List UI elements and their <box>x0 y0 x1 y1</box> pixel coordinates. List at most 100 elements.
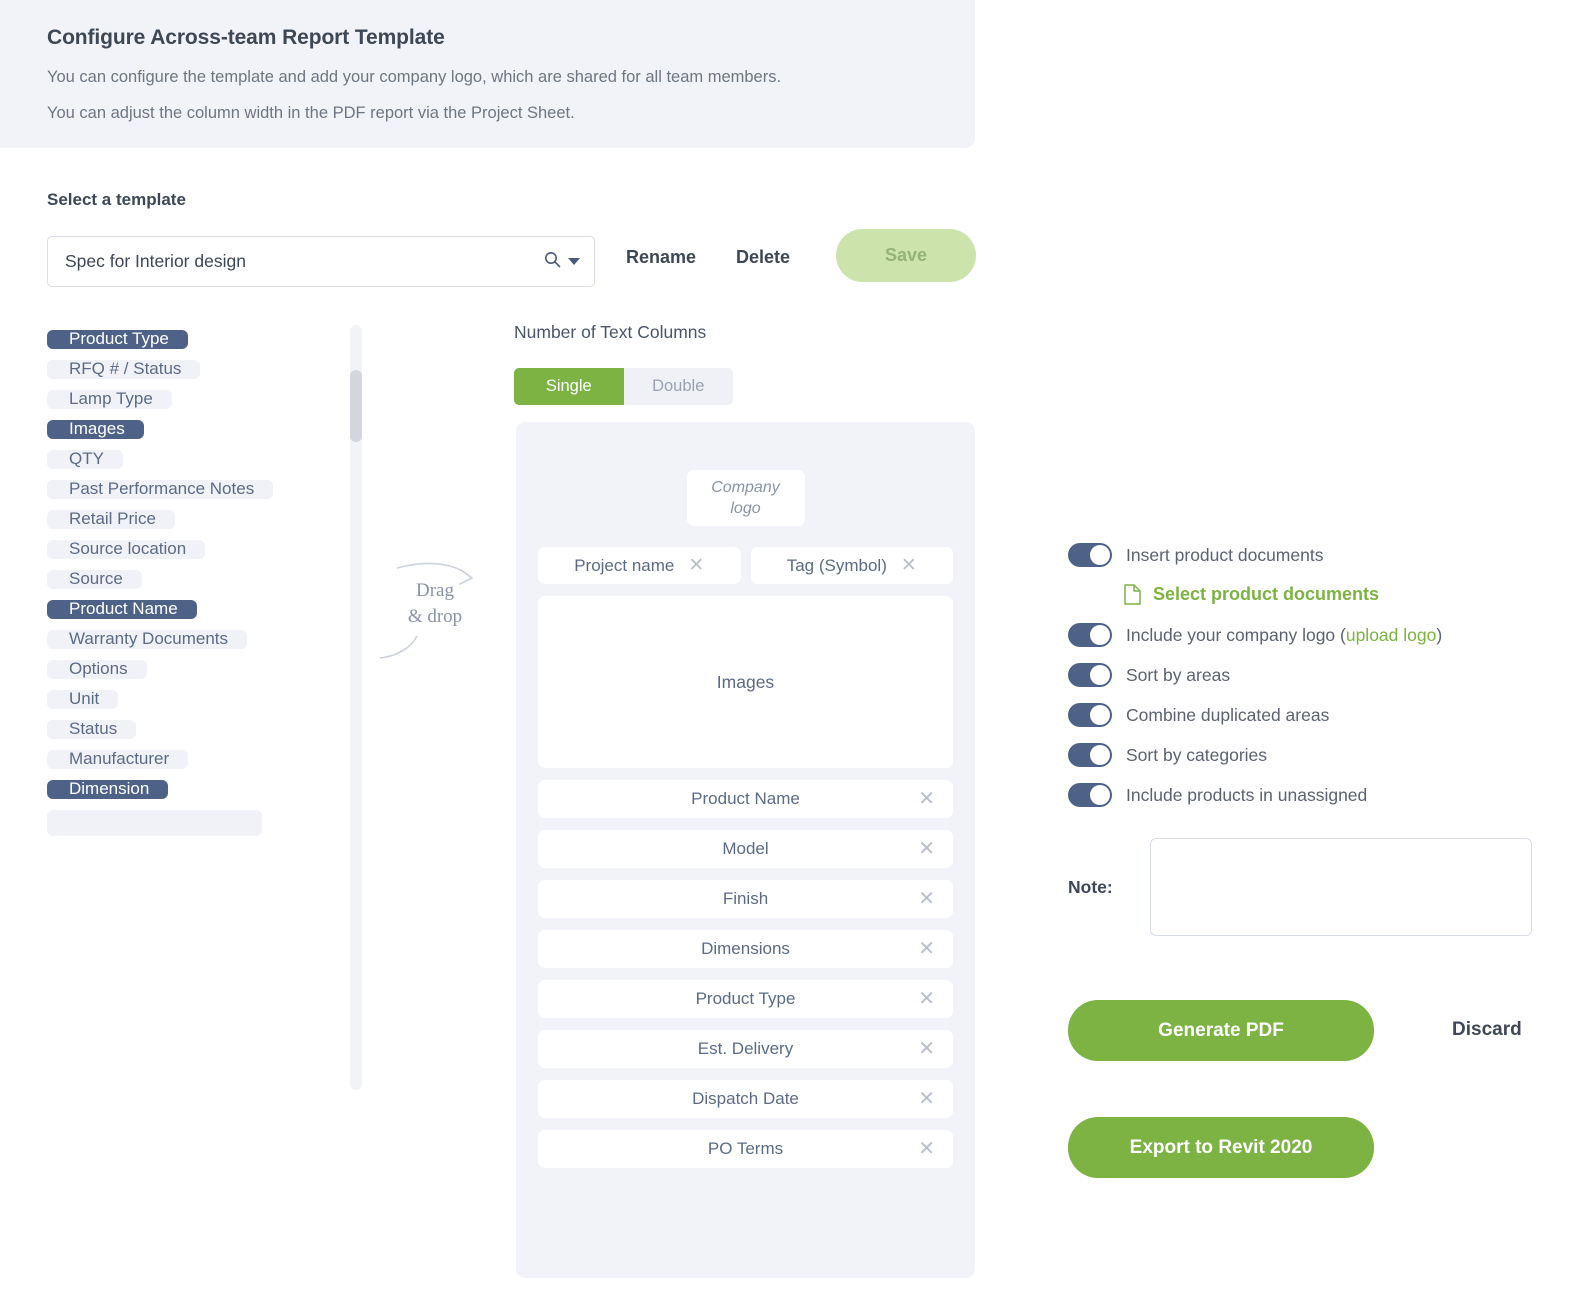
preview-row-po-terms[interactable]: PO Terms ✕ <box>538 1130 953 1168</box>
option-sort-by-areas[interactable]: Sort by areas <box>1068 660 1568 690</box>
field-chip-qty[interactable]: QTY <box>47 450 123 469</box>
option-label: Sort by categories <box>1126 744 1268 765</box>
number-of-text-columns-label: Number of Text Columns <box>514 322 707 342</box>
field-chip-past-performance-notes[interactable]: Past Performance Notes <box>47 480 274 499</box>
field-list-scrollbar-thumb[interactable] <box>350 370 362 442</box>
company-logo-line-1: Company <box>711 479 780 496</box>
close-icon[interactable]: ✕ <box>688 556 704 575</box>
export-to-revit-button[interactable]: Export to Revit 2020 <box>1068 1117 1374 1178</box>
field-chip-row: QTY <box>47 450 332 480</box>
rename-button[interactable]: Rename <box>626 247 696 268</box>
field-chip-unit[interactable]: Unit <box>47 690 119 709</box>
preview-row-dimensions[interactable]: Dimensions ✕ <box>538 930 953 968</box>
field-chip-row: Lamp Type <box>47 390 332 420</box>
field-chip-source[interactable]: Source <box>47 570 142 589</box>
option-insert-product-documents[interactable]: Insert product documents <box>1068 540 1568 570</box>
report-options: Insert product documents Select product … <box>1068 540 1568 820</box>
note-input[interactable] <box>1150 838 1532 936</box>
close-icon[interactable]: ✕ <box>901 556 917 575</box>
field-chip-warranty-documents[interactable]: Warranty Documents <box>47 630 248 649</box>
toggle-knob <box>1090 745 1110 765</box>
drag-text-line-2: & drop <box>407 606 463 627</box>
preview-row-dispatch-date[interactable]: Dispatch Date ✕ <box>538 1080 953 1118</box>
field-chip-options[interactable]: Options <box>47 660 147 679</box>
option-label: Combine duplicated areas <box>1126 704 1330 725</box>
close-icon[interactable]: ✕ <box>918 989 935 1009</box>
preview-row-product-type[interactable]: Product Type ✕ <box>538 980 953 1018</box>
field-chip-row: Warranty Documents <box>47 630 332 660</box>
preview-row-model[interactable]: Model ✕ <box>538 830 953 868</box>
preview-pill-tag-symbol[interactable]: Tag (Symbol) ✕ <box>750 547 953 584</box>
close-icon[interactable]: ✕ <box>918 939 935 959</box>
field-chip-product-type[interactable]: Product Type <box>47 330 188 349</box>
preview-images-block[interactable]: Images <box>538 596 953 768</box>
preview-row-label: Est. Delivery <box>697 1039 794 1058</box>
field-chip-manufacturer[interactable]: Manufacturer <box>47 750 189 769</box>
field-chip-row: Manufacturer <box>47 750 332 780</box>
generate-pdf-button[interactable]: Generate PDF <box>1068 1000 1374 1061</box>
field-chip-images[interactable]: Images <box>47 420 144 439</box>
field-chip-row: Options <box>47 660 332 690</box>
field-chip-row: Product Type <box>47 330 332 360</box>
template-select[interactable]: Spec for Interior design <box>47 236 595 287</box>
preview-pill-project-name[interactable]: Project name ✕ <box>538 547 741 584</box>
tab-single[interactable]: Single <box>514 368 624 405</box>
close-icon[interactable]: ✕ <box>918 839 935 859</box>
close-icon[interactable]: ✕ <box>918 889 935 909</box>
company-logo-line-2: logo <box>730 500 761 517</box>
toggle-combine-duplicated-areas[interactable] <box>1068 703 1112 727</box>
template-preview-panel[interactable]: Company logo Project name ✕ Tag (Symbol)… <box>516 422 975 1278</box>
option-sort-by-categories[interactable]: Sort by categories <box>1068 740 1568 770</box>
preview-row-est-delivery[interactable]: Est. Delivery ✕ <box>538 1030 953 1068</box>
chevron-down-icon[interactable] <box>568 258 580 265</box>
select-product-documents-link[interactable]: Select product documents <box>1124 580 1568 608</box>
document-icon <box>1124 583 1141 605</box>
field-list-scrollbar[interactable] <box>350 325 362 1090</box>
tab-double[interactable]: Double <box>624 368 734 405</box>
field-chip-row: RFQ # / Status <box>47 360 332 390</box>
field-chip-retail-price[interactable]: Retail Price <box>47 510 175 529</box>
save-button[interactable]: Save <box>836 229 976 282</box>
field-chip-lamp-type[interactable]: Lamp Type <box>47 390 172 409</box>
toggle-knob <box>1090 785 1110 805</box>
close-icon[interactable]: ✕ <box>918 789 935 809</box>
toggle-sort-by-categories[interactable] <box>1068 743 1112 767</box>
field-chip-rfq-status[interactable]: RFQ # / Status <box>47 360 201 379</box>
company-logo-placeholder[interactable]: Company logo <box>686 470 805 526</box>
preview-row-label: Dimensions <box>701 939 790 958</box>
discard-button[interactable]: Discard <box>1452 1019 1522 1041</box>
field-chip-dimension[interactable]: Dimension <box>47 780 169 799</box>
field-chip-row: Source <box>47 570 332 600</box>
search-icon[interactable] <box>544 251 561 273</box>
close-icon[interactable]: ✕ <box>918 1089 935 1109</box>
toggle-sort-by-areas[interactable] <box>1068 663 1112 687</box>
preview-row-finish[interactable]: Finish ✕ <box>538 880 953 918</box>
field-chip-product-name[interactable]: Product Name <box>47 600 197 619</box>
toggle-knob <box>1090 665 1110 685</box>
upload-logo-link[interactable]: upload logo <box>1346 625 1437 645</box>
available-fields-list[interactable]: Product Type RFQ # / Status Lamp Type Im… <box>47 330 332 1095</box>
toggle-insert-product-documents[interactable] <box>1068 543 1112 567</box>
field-chip-status[interactable]: Status <box>47 720 137 739</box>
option-include-products-unassigned[interactable]: Include products in unassigned <box>1068 780 1568 810</box>
option-include-company-logo[interactable]: Include your company logo (upload logo) <box>1068 620 1568 650</box>
text-columns-segmented-control[interactable]: Single Double <box>514 368 733 405</box>
preview-row-product-name[interactable]: Product Name ✕ <box>538 780 953 818</box>
field-chip-source-location[interactable]: Source location <box>47 540 206 559</box>
select-product-documents-label[interactable]: Select product documents <box>1153 584 1379 605</box>
template-select-value[interactable]: Spec for Interior design <box>65 251 544 272</box>
drag-and-drop-hint: Drag & drop <box>375 540 495 670</box>
field-chip-row: Images <box>47 420 332 450</box>
field-chip-partial[interactable] <box>47 810 262 836</box>
delete-button[interactable]: Delete <box>736 247 790 268</box>
option-combine-duplicated-areas[interactable]: Combine duplicated areas <box>1068 700 1568 730</box>
preview-row-label: Product Name <box>691 789 800 808</box>
toggle-include-company-logo[interactable] <box>1068 623 1112 647</box>
select-template-label: Select a template <box>47 190 186 209</box>
preview-pill-label: Tag (Symbol) <box>786 555 887 575</box>
close-icon[interactable]: ✕ <box>918 1139 935 1159</box>
field-chip-row: Unit <box>47 690 332 720</box>
toggle-include-products-unassigned[interactable] <box>1068 783 1112 807</box>
close-icon[interactable]: ✕ <box>918 1039 935 1059</box>
drag-and-drop-text: Drag & drop <box>375 578 495 630</box>
